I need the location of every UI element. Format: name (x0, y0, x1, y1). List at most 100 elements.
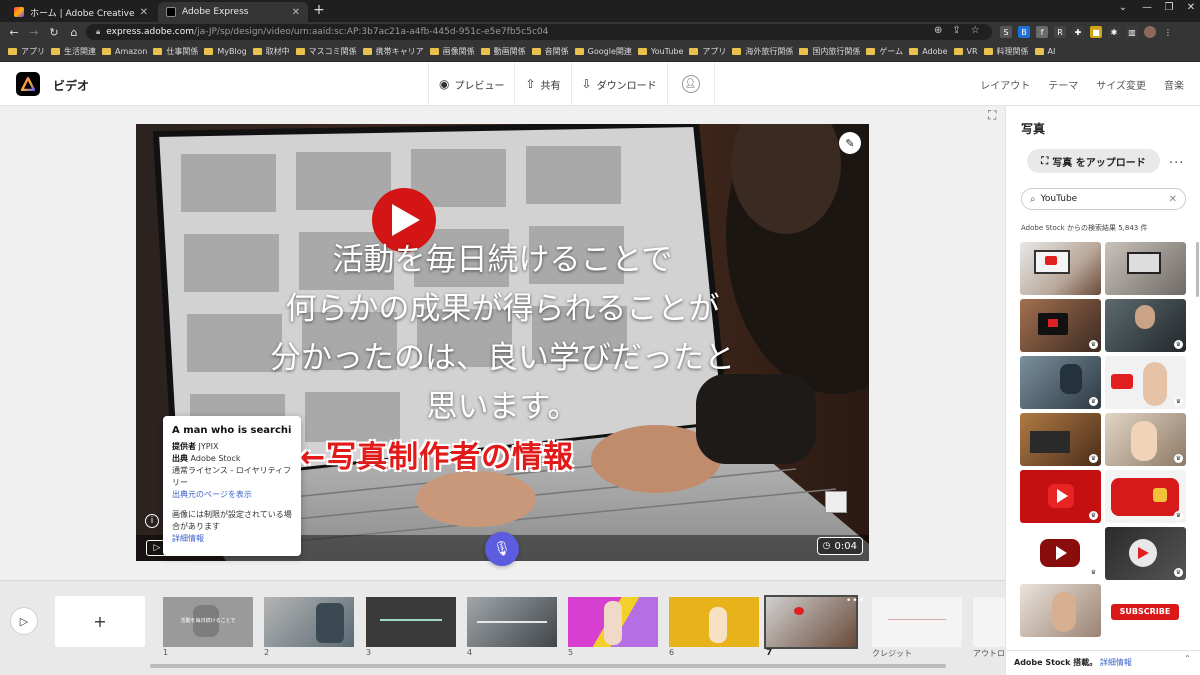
extension-s-icon[interactable]: S (1000, 26, 1012, 38)
bookmark-item[interactable]: Adobe (909, 47, 948, 56)
bookmark-item[interactable]: 携帯キャリア (362, 46, 424, 57)
address-bar[interactable]: 🔒︎ express.adobe.com/ja-JP/sp/design/vid… (86, 24, 992, 40)
scene-thumbnail-selected[interactable] (764, 595, 858, 649)
collapse-panel-icon[interactable]: ⌃ (1184, 654, 1191, 663)
extension-puzzle-icon[interactable]: ✚ (1072, 26, 1084, 38)
extension-facebook-icon[interactable]: f (1036, 26, 1048, 38)
resize-menu[interactable]: サイズ変更 (1096, 77, 1146, 92)
record-voice-button[interactable]: 🎙︎ (485, 532, 519, 566)
scene-thumbnail-outro[interactable] (973, 597, 1005, 647)
fullscreen-icon[interactable]: ⛶ (988, 108, 996, 123)
bookmark-item[interactable]: 国内旅行関係 (799, 46, 860, 57)
photo-result[interactable]: ♛ (1020, 413, 1101, 466)
close-window-button[interactable]: ✕ (1180, 2, 1200, 13)
tab-search-icon[interactable]: ⌄ (1112, 2, 1134, 13)
timeline-play-button[interactable]: ▷ (10, 607, 38, 635)
photo-info-icon[interactable]: i (145, 514, 159, 528)
slide-text[interactable]: 活動を毎日続けることで 何らかの成果が得られることが 分かったのは、良い学びだっ… (136, 236, 869, 432)
photo-result[interactable]: ♛ (1105, 299, 1186, 352)
scene-more-options-icon[interactable]: ••• (846, 596, 865, 606)
bookmark-item[interactable]: 画像関係 (429, 46, 475, 57)
bookmark-item[interactable]: VR (953, 47, 978, 56)
photo-result[interactable]: ♛ (1020, 299, 1101, 352)
music-menu[interactable]: 音楽 (1164, 77, 1184, 92)
browser-menu-icon[interactable]: ⋮ (1162, 26, 1174, 38)
share-button[interactable]: ⇧ 共有 (514, 62, 570, 106)
bookmark-item[interactable]: 生活関連 (51, 46, 96, 57)
install-app-icon[interactable]: ⊕ (934, 25, 942, 36)
download-button[interactable]: ⇩ ダウンロード (570, 62, 667, 106)
invite-button[interactable]: 👤︎ (666, 62, 715, 106)
layout-menu[interactable]: レイアウト (980, 77, 1030, 92)
profile-avatar[interactable] (1144, 26, 1156, 38)
photo-search-input[interactable]: ⌕ YouTube ✕ (1021, 188, 1186, 210)
bookmark-item[interactable]: 仕事関係 (153, 46, 198, 57)
photo-result[interactable]: ♛ (1020, 527, 1101, 580)
photo-result[interactable]: ♛ (1020, 356, 1101, 409)
detail-link[interactable]: 詳細情報 (172, 533, 292, 545)
bookmark-item[interactable]: 取材中 (252, 46, 290, 57)
bookmark-item[interactable]: 音関係 (531, 46, 569, 57)
theme-menu[interactable]: テーマ (1048, 77, 1078, 92)
bookmark-item[interactable]: アプリ (689, 46, 726, 57)
photo-result[interactable]: SUBSCRIBE (1105, 584, 1186, 637)
clear-search-icon[interactable]: ✕ (1169, 194, 1177, 205)
close-tab-icon[interactable]: ✕ (140, 7, 148, 18)
photo-result[interactable]: ♛ (1105, 470, 1186, 523)
photo-result[interactable]: ♛ (1105, 356, 1186, 409)
footer-detail-link[interactable]: 詳細情報 (1100, 658, 1132, 667)
extension-blue-icon[interactable]: B (1018, 26, 1030, 38)
forward-icon[interactable]: → (24, 26, 44, 39)
bookmark-star-icon[interactable]: ☆ (971, 25, 980, 36)
reload-icon[interactable]: ↻ (44, 26, 64, 39)
scene-thumbnail[interactable] (467, 597, 557, 647)
bookmark-item[interactable]: ゲーム (866, 46, 903, 57)
timeline-scrollbar[interactable] (150, 664, 946, 668)
bookmark-item[interactable]: アプリ (8, 46, 45, 57)
new-tab-button[interactable]: + (311, 2, 327, 18)
extension-yellow-icon[interactable]: ■ (1090, 26, 1102, 38)
bookmark-item[interactable]: MyBlog (204, 47, 247, 56)
scene-thumbnail[interactable] (264, 597, 354, 647)
photo-result[interactable] (1105, 242, 1186, 295)
extensions-menu-icon[interactable]: ✱ (1108, 26, 1120, 38)
back-icon[interactable]: ← (4, 26, 24, 39)
bookmark-item[interactable]: Amazon (102, 47, 147, 56)
bookmark-item[interactable]: 動画関係 (480, 46, 526, 57)
scene-thumbnail[interactable]: 活動を毎日続けることで (163, 597, 253, 647)
scene-thumbnail-credits[interactable] (872, 597, 962, 647)
home-icon[interactable]: ⌂ (64, 26, 84, 39)
more-options-button[interactable]: ... (1169, 152, 1184, 167)
edit-pencil-button[interactable]: ✎ (839, 132, 861, 154)
photo-result[interactable]: ♛ (1105, 413, 1186, 466)
bookmark-item[interactable]: Google関連 (574, 46, 632, 57)
photo-result[interactable] (1020, 242, 1101, 295)
close-tab-icon[interactable]: ✕ (292, 7, 300, 18)
scene-thumbnail[interactable] (366, 597, 456, 647)
source-page-link[interactable]: 出典元のページを表示 (172, 489, 292, 501)
panel-scrollbar[interactable] (1196, 242, 1199, 297)
upload-photo-button[interactable]: ⛶ 写真 をアップロード (1027, 149, 1160, 173)
add-scene-button[interactable]: + (55, 596, 145, 647)
bookmark-item[interactable]: 海外旅行関係 (732, 46, 793, 57)
tab-adobe-express[interactable]: Adobe Express ✕ (158, 2, 308, 22)
bookmark-item[interactable]: AI (1034, 47, 1055, 56)
share-page-icon[interactable]: ⇪ (952, 25, 960, 36)
bookmark-item[interactable]: YouTube (637, 47, 683, 56)
adobe-express-logo[interactable] (16, 72, 40, 96)
scene-thumbnail[interactable] (568, 597, 658, 647)
duration-badge[interactable]: ◷ 0:04 (816, 537, 863, 555)
document-title[interactable]: ビデオ (53, 77, 89, 94)
photo-result[interactable]: ♛ (1105, 527, 1186, 580)
scene-thumbnail[interactable] (669, 597, 759, 647)
tab-creative-cloud[interactable]: ホーム | Adobe Creative Cloud ✕ (6, 2, 156, 22)
photo-result[interactable] (1020, 584, 1101, 637)
side-panel-icon[interactable]: ▥ (1126, 26, 1138, 38)
minimize-button[interactable]: — (1136, 2, 1158, 13)
preview-button[interactable]: ◉ プレビュー (428, 62, 514, 106)
bookmark-item[interactable]: 料理関係 (983, 46, 1029, 57)
photo-result[interactable]: ♛ (1020, 470, 1101, 523)
restore-button[interactable]: ❐ (1158, 2, 1180, 13)
extension-rx-icon[interactable]: R (1054, 26, 1066, 38)
bookmark-item[interactable]: マスコミ関係 (295, 46, 357, 57)
